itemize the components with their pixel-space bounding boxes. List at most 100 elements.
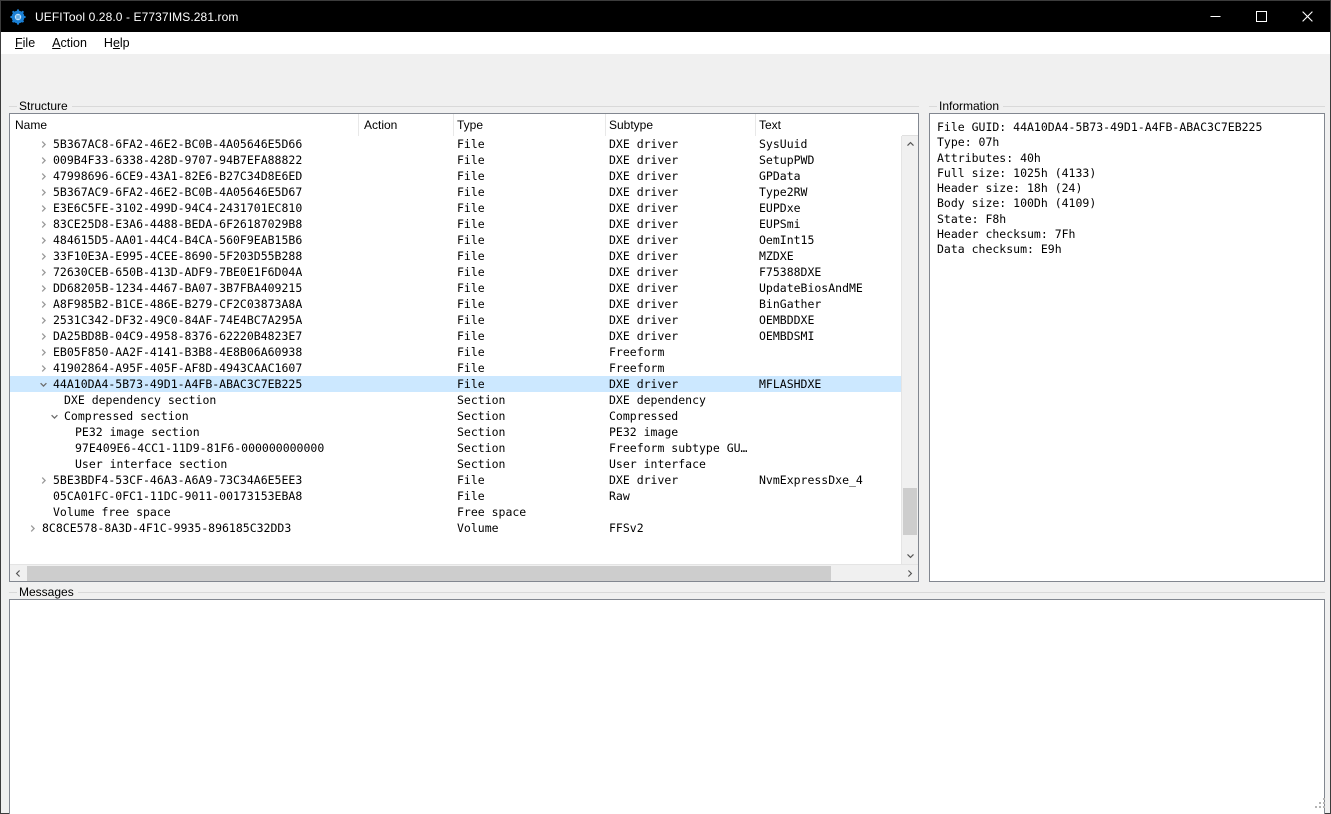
- scroll-left-arrow-icon[interactable]: [10, 565, 27, 581]
- chevron-right-icon[interactable]: [37, 218, 50, 231]
- tree-cell-name[interactable]: 009B4F33-6338-428D-9707-94B7EFA88822: [10, 153, 359, 167]
- chevron-right-icon[interactable]: [37, 266, 50, 279]
- chevron-right-icon[interactable]: [37, 170, 50, 183]
- scroll-up-arrow-icon[interactable]: [902, 136, 918, 153]
- tree-cell-type: File: [457, 265, 485, 279]
- tree-cell-name[interactable]: 97E409E6-4CC1-11D9-81F6-000000000000: [10, 441, 359, 455]
- tree-rows-container[interactable]: 5B367AC8-6FA2-46E2-BC0B-4A05646E5D66 File…: [10, 136, 901, 564]
- tree-cell-name[interactable]: 72630CEB-650B-413D-ADF9-7BE0E1F6D04A: [10, 265, 359, 279]
- tree-cell-name[interactable]: 41902864-A95F-405F-AF8D-4943CAAC1607: [10, 361, 359, 375]
- close-button[interactable]: [1284, 1, 1330, 32]
- tree-cell-name[interactable]: 5BE3BDF4-53CF-46A3-A6A9-73C34A6E5EE3: [10, 473, 359, 487]
- tree-cell-text: GPData: [759, 169, 801, 183]
- tree-cell-name[interactable]: PE32 image section: [10, 425, 359, 439]
- tree-cell-name[interactable]: 8C8CE578-8A3D-4F1C-9935-896185C32DD3: [10, 521, 359, 535]
- tree-row[interactable]: EB05F850-AA2F-4141-B3B8-4E8B06A60938 File…: [10, 344, 901, 360]
- tree-row[interactable]: 41902864-A95F-405F-AF8D-4943CAAC1607 File…: [10, 360, 901, 376]
- resize-grip[interactable]: [1314, 797, 1327, 810]
- chevron-right-icon[interactable]: [37, 282, 50, 295]
- tree-cell-name[interactable]: DXE dependency section: [10, 393, 359, 407]
- menu-file[interactable]: File: [7, 34, 44, 52]
- tree-cell-name[interactable]: 5B367AC8-6FA2-46E2-BC0B-4A05646E5D66: [10, 137, 359, 151]
- tree-row[interactable]: 83CE25D8-E3A6-4488-BEDA-6F26187029B8 File…: [10, 216, 901, 232]
- tree-row[interactable]: 2531C342-DF32-49C0-84AF-74E4BC7A295A File…: [10, 312, 901, 328]
- messages-list[interactable]: [10, 600, 1324, 814]
- tree-cell-name[interactable]: A8F985B2-B1CE-486E-B279-CF2C03873A8A: [10, 297, 359, 311]
- tree-cell-name[interactable]: EB05F850-AA2F-4141-B3B8-4E8B06A60938: [10, 345, 359, 359]
- chevron-right-icon[interactable]: [37, 314, 50, 327]
- tree-column-header-name[interactable]: Name: [10, 114, 359, 136]
- tree-row[interactable]: 8C8CE578-8A3D-4F1C-9935-896185C32DD3 Volu…: [10, 520, 901, 536]
- tree-row[interactable]: 44A10DA4-5B73-49D1-A4FB-ABAC3C7EB225 File…: [10, 376, 901, 392]
- chevron-right-icon[interactable]: [37, 250, 50, 263]
- chevron-right-icon[interactable]: [37, 474, 50, 487]
- tree-row[interactable]: E3E6C5FE-3102-499D-94C4-2431701EC810 File…: [10, 200, 901, 216]
- tree-row[interactable]: 33F10E3A-E995-4CEE-8690-5F203D55B288 File…: [10, 248, 901, 264]
- tree-cell-subtype: DXE driver: [609, 281, 679, 295]
- tree-row[interactable]: PE32 image section Section PE32 image: [10, 424, 901, 440]
- chevron-right-icon[interactable]: [37, 330, 50, 343]
- chevron-down-icon[interactable]: [37, 378, 50, 391]
- tree-column-header-text[interactable]: Text: [756, 114, 902, 136]
- chevron-right-icon[interactable]: [37, 154, 50, 167]
- tree-cell-name[interactable]: Compressed section: [10, 409, 359, 423]
- chevron-right-icon[interactable]: [37, 138, 50, 151]
- chevron-right-icon[interactable]: [37, 298, 50, 311]
- chevron-right-icon[interactable]: [37, 186, 50, 199]
- tree-cell-name[interactable]: 5B367AC9-6FA2-46E2-BC0B-4A05646E5D67: [10, 185, 359, 199]
- tree-row[interactable]: 5BE3BDF4-53CF-46A3-A6A9-73C34A6E5EE3 File…: [10, 472, 901, 488]
- tree-row[interactable]: 009B4F33-6338-428D-9707-94B7EFA88822 File…: [10, 152, 901, 168]
- chevron-right-icon[interactable]: [37, 346, 50, 359]
- chevron-right-icon[interactable]: [37, 234, 50, 247]
- tree-cell-name[interactable]: 47998696-6CE9-43A1-82E6-B27C34D8E6ED: [10, 169, 359, 183]
- tree-cell-name[interactable]: E3E6C5FE-3102-499D-94C4-2431701EC810: [10, 201, 359, 215]
- tree-cell-name[interactable]: 2531C342-DF32-49C0-84AF-74E4BC7A295A: [10, 313, 359, 327]
- chevron-right-icon[interactable]: [37, 362, 50, 375]
- tree-vscroll-thumb[interactable]: [903, 487, 917, 536]
- tree-vertical-scrollbar[interactable]: [901, 136, 918, 564]
- menu-help[interactable]: Help: [96, 34, 139, 52]
- tree-vscroll-track[interactable]: [902, 153, 918, 547]
- tree-cell-name[interactable]: User interface section: [10, 457, 359, 471]
- menu-action[interactable]: Action: [44, 34, 96, 52]
- tree-row[interactable]: 5B367AC9-6FA2-46E2-BC0B-4A05646E5D67 File…: [10, 184, 901, 200]
- tree-cell-name[interactable]: Volume free space: [10, 505, 359, 519]
- tree-row[interactable]: Volume free space Free space: [10, 504, 901, 520]
- tree-row[interactable]: User interface section Section User interf…: [10, 456, 901, 472]
- scroll-right-arrow-icon[interactable]: [901, 565, 918, 581]
- tree-row[interactable]: 47998696-6CE9-43A1-82E6-B27C34D8E6ED File…: [10, 168, 901, 184]
- tree-horizontal-scrollbar[interactable]: [10, 564, 918, 581]
- tree-row[interactable]: 72630CEB-650B-413D-ADF9-7BE0E1F6D04A File…: [10, 264, 901, 280]
- tree-row[interactable]: 5B367AC8-6FA2-46E2-BC0B-4A05646E5D66 File…: [10, 136, 901, 152]
- tree-row[interactable]: DD68205B-1234-4467-BA07-3B7FBA409215 File…: [10, 280, 901, 296]
- tree-cell-name[interactable]: 44A10DA4-5B73-49D1-A4FB-ABAC3C7EB225: [10, 377, 359, 391]
- tree-cell-name[interactable]: DA25BD8B-04C9-4958-8376-62220B4823E7: [10, 329, 359, 343]
- tree-column-header-subtype[interactable]: Subtype: [606, 114, 756, 136]
- tree-column-header-action[interactable]: Action: [359, 114, 454, 136]
- tree-cell-type: File: [457, 313, 485, 327]
- tree-row[interactable]: Compressed section Section Compressed: [10, 408, 901, 424]
- tree-row[interactable]: DXE dependency section Section DXE depende…: [10, 392, 901, 408]
- tree-hscroll-track[interactable]: [27, 565, 901, 582]
- tree-node-label: 47998696-6CE9-43A1-82E6-B27C34D8E6ED: [53, 169, 303, 183]
- tree-cell-name[interactable]: 05CA01FC-0FC1-11DC-9011-00173153EBA8: [10, 489, 359, 503]
- tree-row[interactable]: DA25BD8B-04C9-4958-8376-62220B4823E7 File…: [10, 328, 901, 344]
- tree-row[interactable]: 05CA01FC-0FC1-11DC-9011-00173153EBA8 File…: [10, 488, 901, 504]
- chevron-right-icon[interactable]: [26, 522, 39, 535]
- tree-cell-name[interactable]: 83CE25D8-E3A6-4488-BEDA-6F26187029B8: [10, 217, 359, 231]
- scroll-down-arrow-icon[interactable]: [902, 547, 918, 564]
- information-text[interactable]: File GUID: 44A10DA4-5B73-49D1-A4FB-ABAC3…: [930, 114, 1324, 581]
- tree-hscroll-thumb[interactable]: [27, 565, 832, 581]
- tree-cell-name[interactable]: 484615D5-AA01-44C4-B4CA-560F9EAB15B6: [10, 233, 359, 247]
- chevron-down-icon[interactable]: [48, 410, 61, 423]
- tree-row[interactable]: A8F985B2-B1CE-486E-B279-CF2C03873A8A File…: [10, 296, 901, 312]
- structure-tree[interactable]: Name Action Type Subtype Text 5B367AC8-6…: [10, 114, 918, 581]
- maximize-button[interactable]: [1238, 1, 1284, 32]
- tree-row[interactable]: 97E409E6-4CC1-11D9-81F6-000000000000 Sect…: [10, 440, 901, 456]
- tree-row[interactable]: 484615D5-AA01-44C4-B4CA-560F9EAB15B6 File…: [10, 232, 901, 248]
- chevron-right-icon[interactable]: [37, 202, 50, 215]
- tree-column-header-type[interactable]: Type: [454, 114, 606, 136]
- minimize-button[interactable]: [1192, 1, 1238, 32]
- tree-cell-name[interactable]: 33F10E3A-E995-4CEE-8690-5F203D55B288: [10, 249, 359, 263]
- tree-cell-name[interactable]: DD68205B-1234-4467-BA07-3B7FBA409215: [10, 281, 359, 295]
